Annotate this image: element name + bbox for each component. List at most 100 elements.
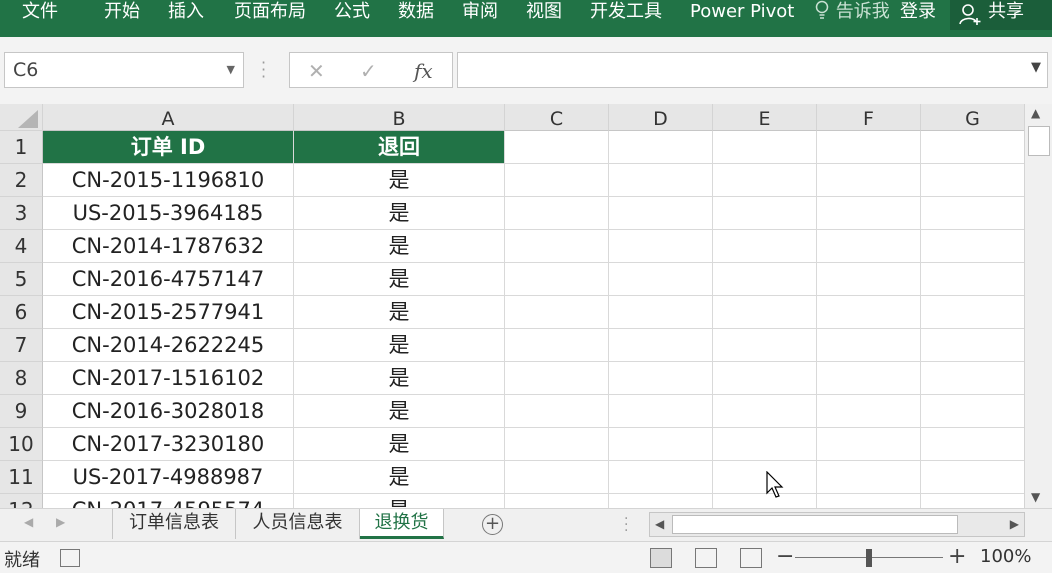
sheet-tab-returns[interactable]: 退换货 <box>360 509 444 539</box>
tab-power-pivot[interactable]: Power Pivot <box>690 0 794 24</box>
column-header-c[interactable]: C <box>505 104 609 131</box>
sheet-tab-orders[interactable]: 订单信息表 <box>112 509 236 539</box>
vertical-scrollbar[interactable]: ▲ ▼ <box>1024 104 1052 508</box>
zoom-slider-handle[interactable] <box>866 549 872 567</box>
column-header-a[interactable]: A <box>43 104 294 131</box>
horizontal-scroll-thumb[interactable] <box>672 515 958 534</box>
column-header-f[interactable]: F <box>817 104 921 131</box>
tab-insert[interactable]: 插入 <box>168 0 204 24</box>
formula-area: C6 ▼ · · · ✕ ✓ fx ▼ <box>0 37 1052 104</box>
tab-page-layout[interactable]: 页面布局 <box>234 0 306 24</box>
tab-view[interactable]: 视图 <box>526 0 562 24</box>
scroll-up-icon[interactable]: ▲ <box>1031 106 1040 120</box>
grip-icon[interactable]: · · · <box>261 55 267 85</box>
zoom-out-icon[interactable]: − <box>776 544 794 569</box>
vertical-scroll-thumb[interactable] <box>1028 126 1050 156</box>
row-header[interactable]: 6 <box>0 296 43 329</box>
table-cell-returned[interactable]: 是 <box>294 494 505 508</box>
table-cell-returned[interactable]: 是 <box>294 230 505 263</box>
table-cell-order-id[interactable]: CN-2017-1516102 <box>43 362 294 395</box>
row-header[interactable]: 11 <box>0 461 43 494</box>
table-cell-returned[interactable]: 是 <box>294 296 505 329</box>
table-cell-returned[interactable]: 是 <box>294 263 505 296</box>
row-header[interactable]: 1 <box>0 131 43 164</box>
column-header-g[interactable]: G <box>921 104 1024 131</box>
row-header[interactable]: 7 <box>0 329 43 362</box>
scroll-right-icon[interactable]: ▶ <box>1010 517 1019 531</box>
table-cell-returned[interactable]: 是 <box>294 395 505 428</box>
select-all-icon <box>18 110 38 128</box>
normal-view-icon[interactable] <box>650 548 672 568</box>
person-add-icon <box>959 4 981 25</box>
expand-formula-icon[interactable]: ▼ <box>1031 60 1041 75</box>
column-header-e[interactable]: E <box>713 104 817 131</box>
table-header-order-id[interactable]: 订单 ID <box>43 131 294 164</box>
table-cell-order-id[interactable]: CN-2017-3230180 <box>43 428 294 461</box>
table-cell-order-id[interactable]: CN-2017-4595574 <box>43 494 294 508</box>
table-cell-returned[interactable]: 是 <box>294 461 505 494</box>
tab-review[interactable]: 审阅 <box>462 0 498 24</box>
table-cell-order-id[interactable]: CN-2014-2622245 <box>43 329 294 362</box>
formula-input[interactable]: ▼ <box>457 52 1048 88</box>
page-break-view-icon[interactable] <box>740 548 762 568</box>
worksheet-grid[interactable]: A B C D E F G 1 2 3 4 5 6 7 8 9 10 11 12… <box>0 104 1024 508</box>
table-cell-order-id[interactable]: CN-2015-2577941 <box>43 296 294 329</box>
row-header[interactable]: 3 <box>0 197 43 230</box>
empty-grid[interactable] <box>505 131 1024 508</box>
zoom-level[interactable]: 100% <box>980 546 1031 567</box>
table-cell-returned[interactable]: 是 <box>294 164 505 197</box>
add-sheet-icon[interactable]: + <box>482 514 503 535</box>
tab-scroll-right-icon[interactable]: ▶ <box>56 515 65 529</box>
horizontal-scrollbar[interactable]: ◀ ▶ <box>649 512 1025 537</box>
login-button[interactable]: 登录 <box>900 0 936 24</box>
table-header-returned[interactable]: 退回 <box>294 131 505 164</box>
table-cell-order-id[interactable]: CN-2016-3028018 <box>43 395 294 428</box>
row-header[interactable]: 12 <box>0 494 43 508</box>
sheet-tab-bar: ◀ ▶ 订单信息表 人员信息表 退换货 + · · · ◀ ▶ <box>0 508 1052 541</box>
status-ready: 就绪 <box>4 550 40 571</box>
select-all-button[interactable] <box>0 104 43 131</box>
tab-data[interactable]: 数据 <box>398 0 434 24</box>
sheet-tab-staff[interactable]: 人员信息表 <box>236 509 360 539</box>
share-label: 共享 <box>988 1 1024 22</box>
column-header-d[interactable]: D <box>609 104 713 131</box>
table-cell-returned[interactable]: 是 <box>294 362 505 395</box>
tab-file[interactable]: 文件 <box>22 0 58 24</box>
page-layout-view-icon[interactable] <box>695 548 717 568</box>
table-cell-order-id[interactable]: US-2015-3964185 <box>43 197 294 230</box>
table-cell-returned[interactable]: 是 <box>294 428 505 461</box>
tell-me-box[interactable]: 告诉我 <box>814 0 890 24</box>
lightbulb-icon <box>815 0 829 19</box>
status-bar: 就绪 − + 100% <box>0 541 1052 573</box>
tab-formulas[interactable]: 公式 <box>334 0 370 24</box>
zoom-in-icon[interactable]: + <box>948 544 966 569</box>
table-cell-order-id[interactable]: CN-2014-1787632 <box>43 230 294 263</box>
tab-home[interactable]: 开始 <box>104 0 140 24</box>
table-cell-order-id[interactable]: US-2017-4988987 <box>43 461 294 494</box>
macro-record-icon[interactable] <box>60 549 80 567</box>
row-header[interactable]: 4 <box>0 230 43 263</box>
name-box[interactable]: C6 ▼ <box>4 52 244 88</box>
table-cell-order-id[interactable]: CN-2015-1196810 <box>43 164 294 197</box>
formula-buttons: ✕ ✓ fx <box>289 52 453 88</box>
row-header[interactable]: 9 <box>0 395 43 428</box>
table-cell-returned[interactable]: 是 <box>294 329 505 362</box>
row-header[interactable]: 2 <box>0 164 43 197</box>
fx-icon[interactable]: fx <box>414 59 433 83</box>
check-icon[interactable]: ✓ <box>360 59 377 83</box>
chevron-down-icon[interactable]: ▼ <box>227 53 235 87</box>
scroll-left-icon[interactable]: ◀ <box>655 517 664 531</box>
table-cell-returned[interactable]: 是 <box>294 197 505 230</box>
tell-me-text: 告诉我 <box>835 1 890 22</box>
share-button[interactable]: 共享 <box>950 0 1052 30</box>
cancel-icon[interactable]: ✕ <box>308 59 325 83</box>
row-header[interactable]: 5 <box>0 263 43 296</box>
grip-icon[interactable]: · · · <box>624 512 630 538</box>
tab-scroll-left-icon[interactable]: ◀ <box>24 515 33 529</box>
row-header[interactable]: 8 <box>0 362 43 395</box>
scroll-down-icon[interactable]: ▼ <box>1031 490 1040 504</box>
table-cell-order-id[interactable]: CN-2016-4757147 <box>43 263 294 296</box>
tab-developer[interactable]: 开发工具 <box>590 0 662 24</box>
row-header[interactable]: 10 <box>0 428 43 461</box>
column-header-b[interactable]: B <box>294 104 505 131</box>
